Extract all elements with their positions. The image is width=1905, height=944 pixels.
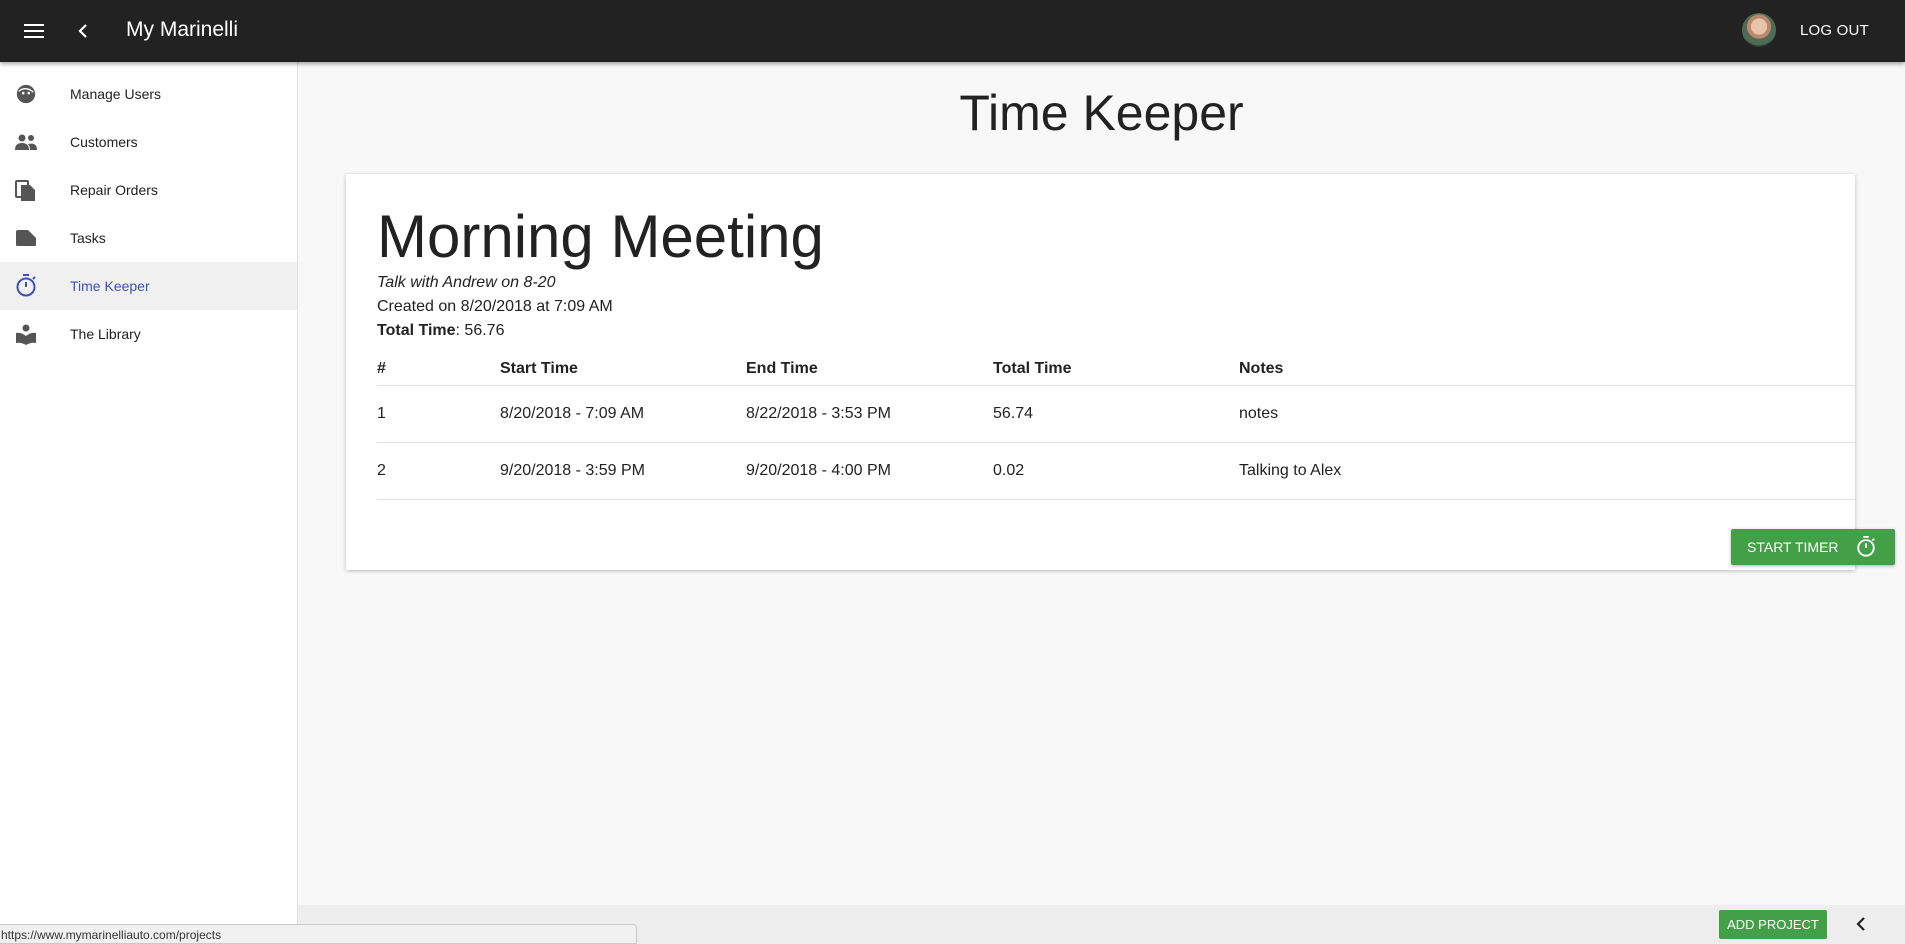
table-cell: 8/20/2018 - 7:09 AM (500, 405, 645, 422)
back-icon[interactable] (70, 18, 96, 44)
app-title: My Marinelli (126, 18, 239, 41)
sidebar-item-label: Time Keeper (70, 278, 150, 294)
sidebar-item-label: Customers (70, 134, 138, 150)
sidebar-item-label: The Library (70, 326, 141, 342)
status-url: https://www.mymarinelliauto.com/projects (0, 924, 637, 944)
book-icon (14, 322, 38, 346)
page-title: Time Keeper (959, 85, 1244, 141)
people-icon (14, 130, 38, 154)
column-header: # (377, 360, 386, 377)
timer-icon (14, 274, 38, 298)
file-copy-icon (14, 178, 38, 202)
table-cell: 56.74 (993, 405, 1034, 422)
table-cell: 0.02 (993, 462, 1025, 479)
task-name: Morning Meeting (377, 203, 824, 270)
sidebar-item-manage-users[interactable]: Manage Users (0, 70, 297, 118)
sidebar-item-customers[interactable]: Customers (0, 118, 297, 166)
total-time-label: Total Time (377, 322, 456, 339)
sidebar-item-label: Repair Orders (70, 182, 158, 198)
table-header: # Start Time End Time Total Time Notes (377, 350, 1855, 386)
main-content: Time Keeper Morning Meeting Talk with An… (298, 62, 1905, 944)
column-header: Start Time (500, 360, 578, 377)
app-bar: My Marinelli LOG OUT (0, 0, 1905, 62)
table-cell: 8/22/2018 - 3:53 PM (746, 405, 891, 422)
start-timer-label: START TIMER (1747, 539, 1839, 555)
time-entries-table: # Start Time End Time Total Time Notes 1… (377, 350, 1855, 500)
table-cell: 9/20/2018 - 3:59 PM (500, 462, 645, 479)
start-timer-button[interactable]: START TIMER (1731, 529, 1895, 565)
avatar[interactable] (1742, 13, 1776, 47)
column-header: Total Time (993, 360, 1072, 377)
sidebar: Manage Users Customers Repair Orders Tas… (0, 62, 298, 944)
label-icon (14, 226, 38, 250)
table-cell: 9/20/2018 - 4:00 PM (746, 462, 891, 479)
task-card: Morning Meeting Talk with Andrew on 8-20… (346, 174, 1895, 570)
sidebar-item-label: Tasks (70, 230, 106, 246)
table-cell: Talking to Alex (1239, 462, 1342, 479)
table-cell: 1 (377, 405, 386, 422)
sidebar-item-repair-orders[interactable]: Repair Orders (0, 166, 297, 214)
column-header: Notes (1239, 360, 1284, 377)
table-cell: notes (1239, 405, 1279, 422)
table-row: 1 8/20/2018 - 7:09 AM 8/22/2018 - 3:53 P… (377, 386, 1855, 443)
table-row: 2 9/20/2018 - 3:59 PM 9/20/2018 - 4:00 P… (377, 443, 1855, 500)
timer-icon (1855, 536, 1877, 558)
logout-button[interactable]: LOG OUT (1800, 22, 1869, 39)
task-description: Talk with Andrew on 8-20 (377, 274, 556, 291)
sidebar-item-tasks[interactable]: Tasks (0, 214, 297, 262)
face-icon (14, 82, 38, 106)
sidebar-item-time-keeper[interactable]: Time Keeper (0, 262, 297, 310)
sidebar-item-the-library[interactable]: The Library (0, 310, 297, 358)
chevron-left-icon[interactable] (1850, 912, 1872, 936)
task-created: Created on 8/20/2018 at 7:09 AM (377, 298, 613, 315)
task-total-time: Total Time: 56.76 (377, 322, 504, 340)
table-cell: 2 (377, 462, 386, 479)
menu-icon[interactable] (20, 18, 48, 44)
sidebar-item-label: Manage Users (70, 86, 162, 102)
total-time-value: : 56.76 (455, 322, 505, 339)
column-header: End Time (746, 360, 818, 377)
add-project-button[interactable]: ADD PROJECT (1719, 910, 1827, 939)
